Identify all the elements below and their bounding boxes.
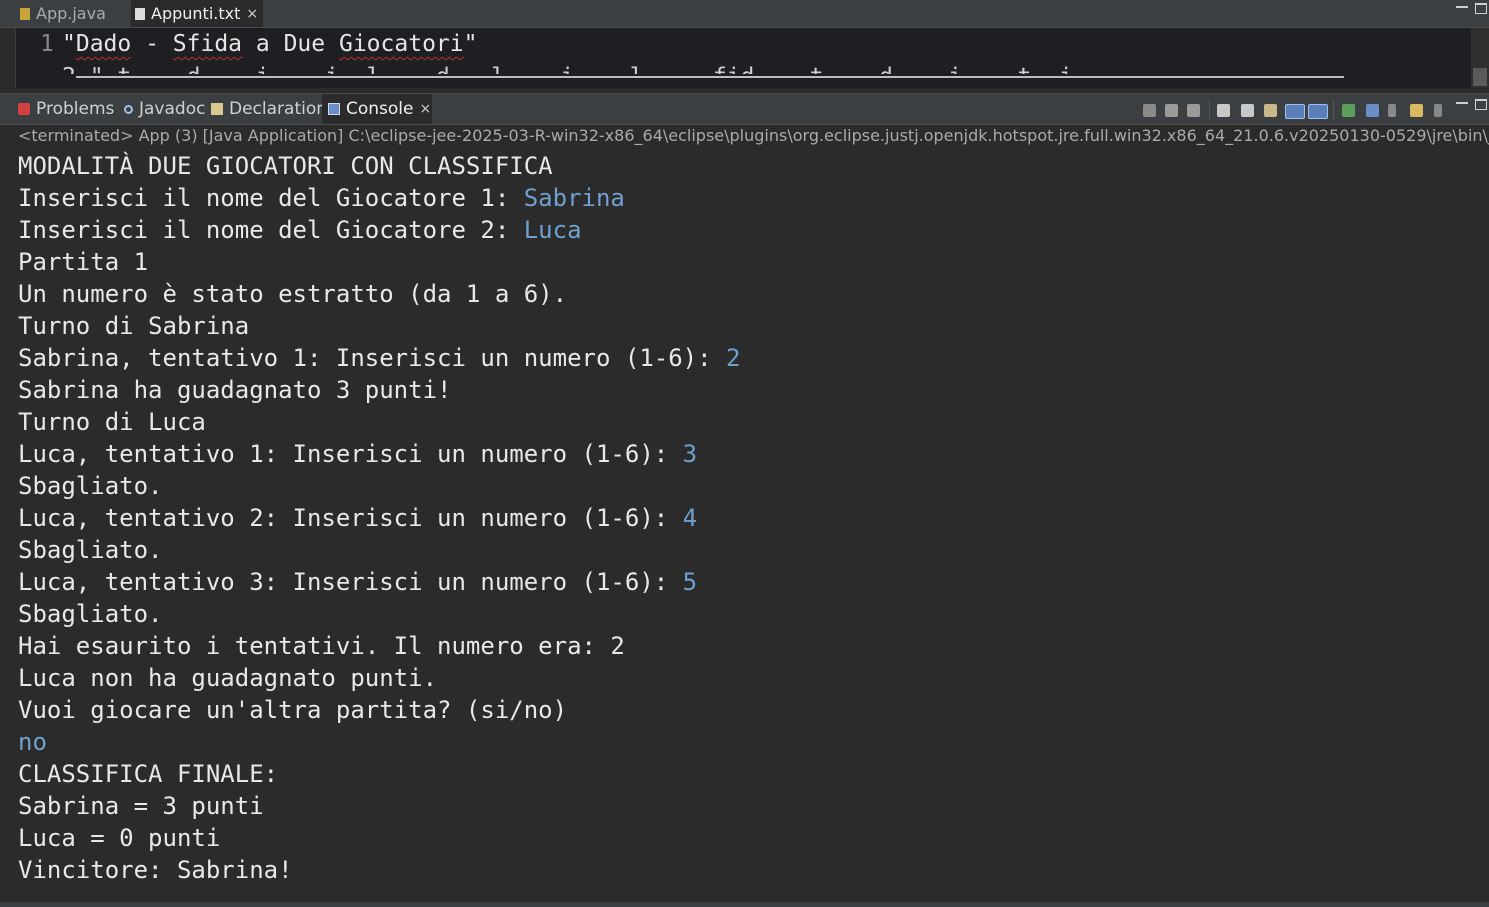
console-output-text: Luca, tentativo 1: Inserisci un numero (… [18, 440, 683, 468]
console-line: Sbagliato. [18, 598, 163, 630]
javadoc-icon [124, 104, 133, 114]
console-line: Vuoi giocare un'altra partita? (si/no) [18, 694, 567, 726]
console-line: Luca, tentativo 3: Inserisci un numero (… [18, 566, 697, 598]
chevron-down-icon[interactable] [1434, 104, 1442, 117]
console-output-text: Turno di Luca [18, 408, 206, 436]
tab-console[interactable]: Console × [322, 94, 432, 124]
clear-console-icon[interactable] [1217, 104, 1230, 117]
console-user-input: no [18, 728, 47, 756]
console-output-text: CLASSIFICA FINALE: [18, 760, 279, 788]
console-line: Turno di Sabrina [18, 310, 249, 342]
console-line: Sabrina, tentativo 1: Inserisci un numer… [18, 342, 740, 374]
console-output-text: Partita 1 [18, 248, 149, 276]
console-output[interactable]: MODALITÀ DUE GIOCATORI CON CLASSIFICA Ins… [0, 148, 1489, 903]
display-selected-console-icon[interactable] [1366, 104, 1379, 117]
console-user-input: Sabrina [523, 184, 625, 212]
panel-bottom-edge [0, 902, 1489, 907]
tab-label: App.java [36, 4, 106, 23]
console-output-text: Luca, tentativo 2: Inserisci un numero (… [18, 504, 683, 532]
console-line: Luca, tentativo 2: Inserisci un numero (… [18, 502, 697, 534]
console-icon [328, 103, 340, 115]
minimize-icon[interactable] [1456, 6, 1468, 8]
chevron-down-icon[interactable] [1388, 104, 1396, 117]
console-line: Partita 1 [18, 246, 148, 278]
console-output-text: Hai esaurito i tentativi. Il numero era:… [18, 632, 625, 660]
scrollbar-thumb[interactable] [1473, 68, 1487, 86]
console-output-text: Sbagliato. [18, 536, 163, 564]
terminate-icon[interactable] [1143, 104, 1156, 117]
show-console-on-stdout-icon[interactable] [1285, 104, 1305, 119]
console-output-text: Inserisci il nome del Giocatore 1: [18, 184, 524, 212]
console-line: Un numero è stato estratto (da 1 a 6). [18, 278, 567, 310]
console-output-text: Sabrina, tentativo 1: Inserisci un numer… [18, 344, 727, 372]
console-line: Turno di Luca [18, 406, 206, 438]
console-line: Luca non ha guadagnato punti. [18, 662, 437, 694]
tab-label: Appunti.txt [151, 4, 241, 23]
console-line: MODALITÀ DUE GIOCATORI CON CLASSIFICA [18, 150, 553, 182]
console-user-input: 3 [682, 440, 698, 468]
console-line: Luca = 0 punti [18, 822, 220, 854]
remove-launch-icon[interactable] [1165, 104, 1178, 117]
console-output-text: Sbagliato. [18, 472, 163, 500]
console-line: CLASSIFICA FINALE: [18, 758, 278, 790]
console-line: Vincitore: Sabrina! [18, 854, 293, 886]
console-line: no [18, 726, 47, 758]
console-line: Sbagliato. [18, 470, 163, 502]
editor-line-1: "Dado - Sfida a Due Giocatori" [62, 31, 478, 57]
pin-console-icon[interactable] [1342, 104, 1355, 117]
close-icon[interactable]: × [246, 6, 258, 22]
text-editor[interactable]: 1 "Dado - Sfida a Due Giocatori" 2 " t d… [0, 28, 1489, 88]
console-line: Sbagliato. [18, 534, 163, 566]
toolbar-separator [1333, 100, 1334, 120]
console-user-input: 4 [682, 504, 698, 532]
line-number: 1 [40, 31, 54, 57]
problems-icon [18, 103, 30, 115]
horizontal-scrollbar[interactable] [76, 76, 1344, 78]
console-output-text: Luca, tentativo 3: Inserisci un numero (… [18, 568, 683, 596]
console-output-text: MODALITÀ DUE GIOCATORI CON CLASSIFICA [18, 152, 553, 180]
toolbar-separator [1209, 100, 1210, 120]
text-file-icon [135, 7, 145, 20]
scroll-lock-icon[interactable] [1241, 104, 1254, 117]
console-line: Sabrina ha guadagnato 3 punti! [18, 374, 451, 406]
declaration-icon [211, 103, 223, 115]
minimize-icon[interactable] [1456, 102, 1468, 104]
close-icon[interactable]: × [420, 101, 432, 117]
console-output-text: Sabrina = 3 punti [18, 792, 264, 820]
console-status-line: <terminated> App (3) [Java Application] … [18, 126, 1489, 145]
console-line: Hai esaurito i tentativi. Il numero era:… [18, 630, 625, 662]
editor-gutter [0, 28, 16, 88]
console-user-input: 5 [682, 568, 698, 596]
console-output-text: Luca non ha guadagnato punti. [18, 664, 438, 692]
console-output-text: Un numero è stato estratto (da 1 a 6). [18, 280, 568, 308]
editor-tab-bar: App.java Appunti.txt × [0, 0, 1489, 28]
open-console-icon[interactable] [1410, 104, 1423, 117]
console-line: Luca, tentativo 1: Inserisci un numero (… [18, 438, 697, 470]
console-line: Inserisci il nome del Giocatore 2: Luca [18, 214, 582, 246]
remove-all-terminated-icon[interactable] [1187, 104, 1200, 117]
console-output-text: Vuoi giocare un'altra partita? (si/no) [18, 696, 568, 724]
maximize-icon[interactable] [1475, 99, 1487, 110]
tab-problems[interactable]: Problems [18, 94, 114, 124]
editor-line-2-partial: 2 " t d i i l d l i l fid t d i t i [62, 66, 1073, 74]
console-output-text: Sabrina ha guadagnato 3 punti! [18, 376, 452, 404]
console-output-text: Luca = 0 punti [18, 824, 221, 852]
console-output-text: Sbagliato. [18, 600, 163, 628]
maximize-icon[interactable] [1475, 3, 1487, 14]
console-user-input: 2 [726, 344, 741, 372]
show-console-on-stderr-icon[interactable] [1308, 104, 1328, 119]
console-output-text: Vincitore: Sabrina! [18, 856, 293, 884]
word-wrap-icon[interactable] [1264, 104, 1277, 117]
tab-appunti-txt[interactable]: Appunti.txt × [131, 0, 263, 27]
console-user-input: Luca [523, 216, 582, 244]
console-line: Sabrina = 3 punti [18, 790, 264, 822]
console-output-text: Inserisci il nome del Giocatore 2: [18, 216, 524, 244]
tab-javadoc[interactable]: Javadoc [124, 94, 205, 124]
console-output-text: Turno di Sabrina [18, 312, 250, 340]
java-file-icon [20, 7, 30, 20]
console-line: Inserisci il nome del Giocatore 1: Sabri… [18, 182, 625, 214]
tab-app-java[interactable]: App.java [0, 0, 131, 27]
tab-declaration[interactable]: Declaration [211, 94, 327, 124]
